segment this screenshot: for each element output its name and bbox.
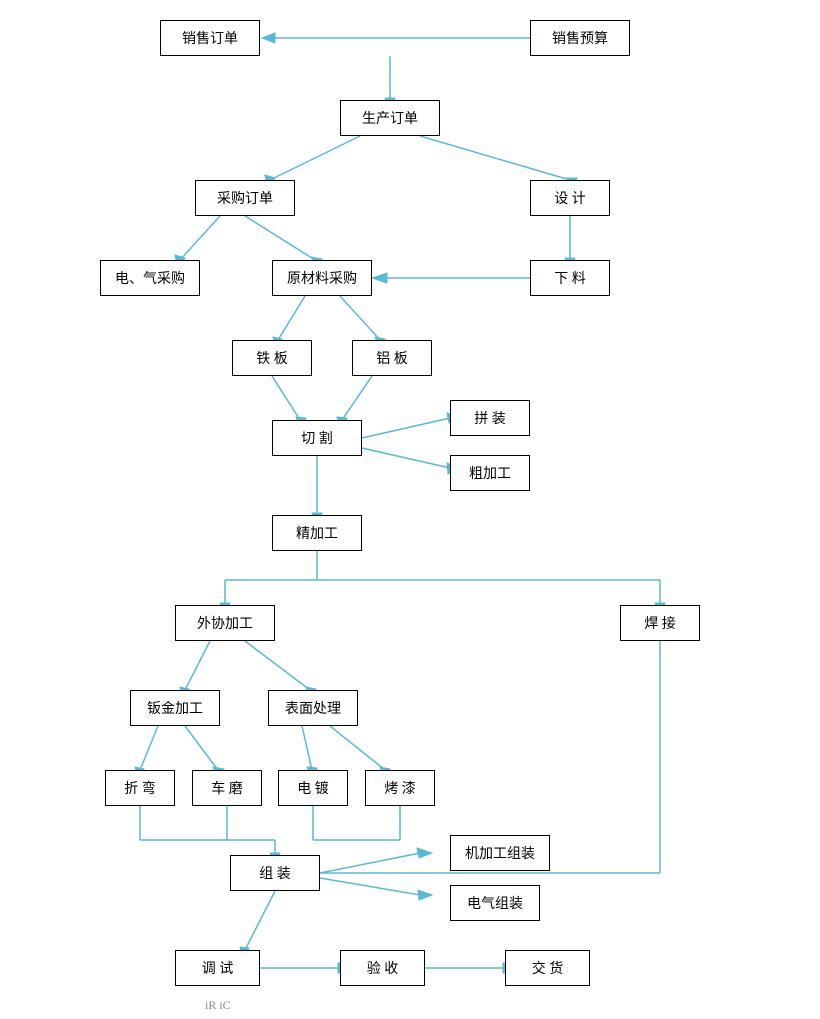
electroplating-box: 电 镀 [278,770,348,806]
acceptance-box: 验 收 [340,950,425,986]
design-box: 设 计 [530,180,610,216]
debug-box: 调 试 [175,950,260,986]
outsource-box: 外协加工 [175,605,275,641]
purchase-order-box: 采购订单 [195,180,295,216]
grinding-box: 车 磨 [192,770,262,806]
baking-paint-box: 烤 漆 [365,770,435,806]
sales-budget-box: 销售预算 [530,20,630,56]
aluminum-plate-box: 铝 板 [352,340,432,376]
electric-purchase-box: 电、气采购 [100,260,200,296]
welding-box: 焊 接 [620,605,700,641]
iron-plate-box: 铁 板 [232,340,312,376]
surface-treatment-box: 表面处理 [268,690,358,726]
delivery-box: 交 货 [505,950,590,986]
rough-process-box: 粗加工 [450,455,530,491]
sheet-metal-box: 钣金加工 [130,690,220,726]
watermark: iR iC [205,998,231,1013]
blanking-box: 下 料 [530,260,610,296]
production-order-box: 生产订单 [340,100,440,136]
flowchart: 销售订单 销售预算生产订单采购订单 设 计电、气采购 原材料采购 下 料铁 板 铝 板切 … [0,0,820,1019]
mechanical-assembly-box: 机加工组装 [450,835,550,871]
fine-process-box: 精加工 [272,515,362,551]
assembly2-box: 组 装 [230,855,320,891]
assembly-box: 拼 装 [450,400,530,436]
electrical-assembly-box: 电气组装 [450,885,540,921]
arrows-svg [0,0,820,1019]
sales-order-box: 销售订单 [160,20,260,56]
raw-material-box: 原材料采购 [272,260,372,296]
cutting-box: 切 割 [272,420,362,456]
bending-box: 折 弯 [105,770,175,806]
